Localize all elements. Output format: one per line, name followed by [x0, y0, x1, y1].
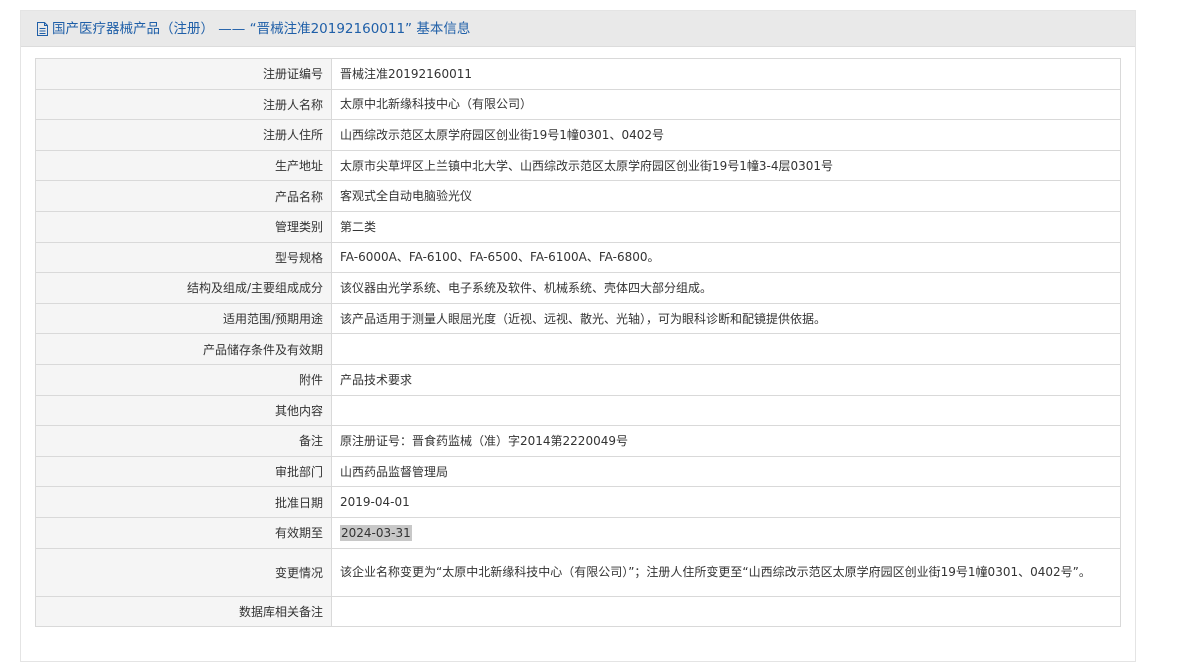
row-label: 产品储存条件及有效期 [35, 333, 332, 365]
row-label: 型号规格 [35, 241, 332, 274]
table-row: 备注 原注册证号：晋食药监械（准）字2014第2220049号 [35, 425, 1121, 457]
table-row: 其他内容 [35, 394, 1121, 427]
row-value: 山西药品监督管理局 [331, 455, 1121, 488]
table-row: 适用范围/预期用途 该产品适用于测量人眼屈光度（近视、远视、散光、光轴），可为眼… [35, 302, 1121, 335]
panel-header: 国产医疗器械产品（注册） —— “晋械注准20192160011” 基本信息 [21, 11, 1135, 47]
row-label: 产品名称 [35, 180, 332, 212]
row-value [331, 394, 1121, 427]
row-label: 生产地址 [35, 149, 332, 182]
row-value [331, 333, 1121, 365]
row-value: 该产品适用于测量人眼屈光度（近视、远视、散光、光轴），可为眼科诊断和配镜提供依据… [331, 302, 1121, 335]
table-row: 数据库相关备注 [35, 595, 1121, 628]
row-value-cell: 2024-03-31 [331, 516, 1121, 549]
row-value: FA-6000A、FA-6100、FA-6500、FA-6100A、FA-680… [331, 241, 1121, 274]
page-title: 国产医疗器械产品（注册） —— “晋械注准20192160011” 基本信息 [52, 20, 471, 37]
row-value: 该企业名称变更为“太原中北新缘科技中心（有限公司）”；注册人住所变更至“山西综改… [331, 547, 1121, 597]
table-row: 变更情况 该企业名称变更为“太原中北新缘科技中心（有限公司）”；注册人住所变更至… [35, 547, 1121, 597]
row-label: 注册人名称 [35, 88, 332, 121]
table-row: 管理类别 第二类 [35, 210, 1121, 243]
row-label: 备注 [35, 425, 332, 457]
table-row: 注册证编号 晋械注准20192160011 [35, 58, 1121, 90]
table-row: 批准日期 2019-04-01 [35, 486, 1121, 518]
table-row: 注册人名称 太原中北新缘科技中心（有限公司） [35, 88, 1121, 121]
row-label: 变更情况 [35, 547, 332, 597]
row-value: 太原市尖草坪区上兰镇中北大学、山西综改示范区太原学府园区创业街19号1幢3-4层… [331, 149, 1121, 182]
row-label: 适用范围/预期用途 [35, 302, 332, 335]
table-row: 生产地址 太原市尖草坪区上兰镇中北大学、山西综改示范区太原学府园区创业街19号1… [35, 149, 1121, 182]
table-row: 产品名称 客观式全自动电脑验光仪 [35, 180, 1121, 212]
table-row: 注册人住所 山西综改示范区太原学府园区创业街19号1幢0301、0402号 [35, 119, 1121, 151]
row-label: 审批部门 [35, 455, 332, 488]
row-label: 附件 [35, 363, 332, 396]
document-icon [36, 21, 49, 36]
info-table: 注册证编号 晋械注准20192160011 注册人名称 太原中北新缘科技中心（有… [35, 58, 1121, 628]
table-row: 结构及组成/主要组成成分 该仪器由光学系统、电子系统及软件、机械系统、壳体四大部… [35, 272, 1121, 304]
row-label: 注册人住所 [35, 119, 332, 151]
row-label: 其他内容 [35, 394, 332, 427]
table-row: 附件 产品技术要求 [35, 363, 1121, 396]
table-row: 审批部门 山西药品监督管理局 [35, 455, 1121, 488]
row-value: 2019-04-01 [331, 486, 1121, 518]
table-row: 产品储存条件及有效期 [35, 333, 1121, 365]
row-value: 该仪器由光学系统、电子系统及软件、机械系统、壳体四大部分组成。 [331, 272, 1121, 304]
row-label: 结构及组成/主要组成成分 [35, 272, 332, 304]
row-value: 产品技术要求 [331, 363, 1121, 396]
table-row: 有效期至 2024-03-31 [35, 516, 1121, 549]
row-label: 管理类别 [35, 210, 332, 243]
row-value: 太原中北新缘科技中心（有限公司） [331, 88, 1121, 121]
row-value: 晋械注准20192160011 [331, 58, 1121, 90]
row-label: 注册证编号 [35, 58, 332, 90]
row-value: 原注册证号：晋食药监械（准）字2014第2220049号 [331, 425, 1121, 457]
row-label: 有效期至 [35, 516, 332, 549]
row-value: 山西综改示范区太原学府园区创业街19号1幢0301、0402号 [331, 119, 1121, 151]
row-value: 第二类 [331, 210, 1121, 243]
row-value: 客观式全自动电脑验光仪 [331, 180, 1121, 212]
row-label: 数据库相关备注 [35, 595, 332, 628]
info-panel: 国产医疗器械产品（注册） —— “晋械注准20192160011” 基本信息 注… [20, 10, 1136, 662]
row-label: 批准日期 [35, 486, 332, 518]
row-value-selected: 2024-03-31 [340, 524, 412, 541]
table-row: 型号规格 FA-6000A、FA-6100、FA-6500、FA-6100A、F… [35, 241, 1121, 274]
row-value [331, 595, 1121, 628]
